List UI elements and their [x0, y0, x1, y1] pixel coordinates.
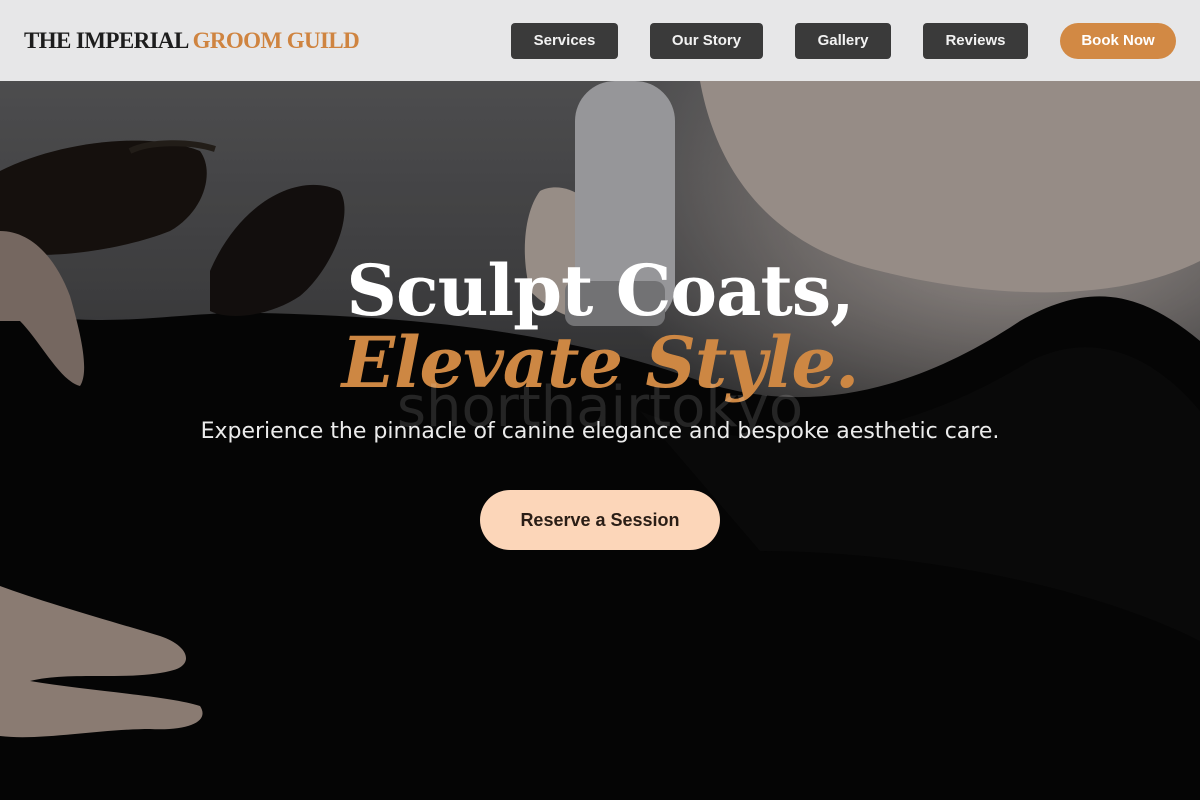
hero-content: Sculpt Coats, Elevate Style. shorthairto…	[0, 81, 1200, 800]
nav-our-story-button[interactable]: Our Story	[650, 22, 763, 59]
nav-services-button[interactable]: Services	[511, 22, 618, 59]
nav-gallery-button[interactable]: Gallery	[795, 22, 891, 59]
nav-reviews-button[interactable]: Reviews	[923, 22, 1028, 59]
brand-name-accent: GROOM GUILD	[192, 27, 360, 53]
book-now-button[interactable]: Book Now	[1060, 22, 1176, 59]
reserve-session-button[interactable]: Reserve a Session	[480, 490, 720, 550]
main-nav: Services Our Story Gallery Reviews Book …	[479, 22, 1176, 59]
site-header: THE IMPERIAL GROOM GUILD Services Our St…	[0, 0, 1200, 81]
brand-logo[interactable]: THE IMPERIAL GROOM GUILD	[24, 27, 360, 54]
hero-headline-line1: Sculpt Coats,	[346, 249, 854, 332]
hero-subtitle: Experience the pinnacle of canine elegan…	[200, 419, 1000, 444]
hero-section: Sculpt Coats, Elevate Style. shorthairto…	[0, 81, 1200, 800]
brand-name-primary: THE IMPERIAL	[24, 27, 188, 53]
